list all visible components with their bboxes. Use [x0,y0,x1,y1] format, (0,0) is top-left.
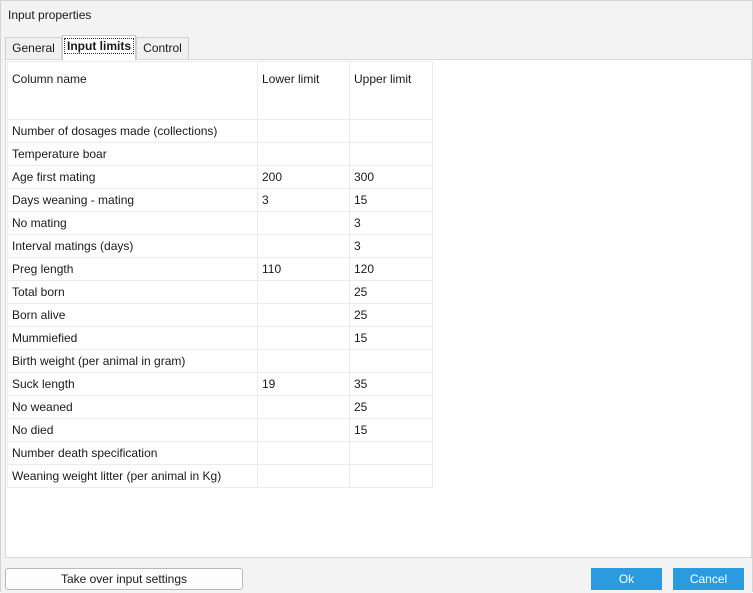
table-row: Birth weight (per animal in gram) [7,349,433,373]
lower-limit-cell[interactable] [257,142,350,166]
upper-limit-cell[interactable]: 3 [349,211,433,235]
input-limits-table: Column name Lower limit Upper limit Numb… [7,61,433,488]
table-row: Total born 25 [7,280,433,304]
upper-limit-cell[interactable] [349,119,433,143]
lower-limit-cell[interactable] [257,418,350,442]
row-name-cell: Number of dosages made (collections) [7,119,258,143]
table-row: Interval matings (days) 3 [7,234,433,258]
upper-limit-cell[interactable] [349,441,433,465]
table-row: No weaned 25 [7,395,433,419]
table-body: Number of dosages made (collections) Temp… [7,119,433,488]
upper-limit-cell[interactable]: 35 [349,372,433,396]
cancel-button[interactable]: Cancel [673,568,744,590]
lower-limit-cell[interactable]: 200 [257,165,350,189]
window-title: Input properties [8,8,92,22]
tab-general[interactable]: General [5,37,62,59]
upper-limit-cell[interactable]: 15 [349,326,433,350]
table-row: Weaning weight litter (per animal in Kg) [7,464,433,488]
input-properties-dialog: Input properties General Input limits Co… [0,0,753,593]
row-name-cell: No died [7,418,258,442]
upper-limit-cell[interactable]: 15 [349,188,433,212]
lower-limit-cell[interactable] [257,349,350,373]
table-row: Temperature boar [7,142,433,166]
column-name-header[interactable]: Column name [7,61,258,120]
upper-limit-cell[interactable]: 120 [349,257,433,281]
upper-limit-cell[interactable]: 25 [349,280,433,304]
row-name-cell: Number death specification [7,441,258,465]
table-row: Mummiefied 15 [7,326,433,350]
lower-limit-cell[interactable] [257,395,350,419]
row-name-cell: Mummiefied [7,326,258,350]
table-row: Suck length 19 35 [7,372,433,396]
upper-limit-cell[interactable]: 15 [349,418,433,442]
row-name-cell: Weaning weight litter (per animal in Kg) [7,464,258,488]
upper-limit-header[interactable]: Upper limit [349,61,433,120]
tab-control[interactable]: Control [136,37,189,59]
row-name-cell: No mating [7,211,258,235]
upper-limit-cell[interactable] [349,142,433,166]
row-name-cell: Preg length [7,257,258,281]
title-bar: Input properties [1,1,752,29]
table-row: Born alive 25 [7,303,433,327]
upper-limit-cell[interactable]: 25 [349,395,433,419]
lower-limit-cell[interactable]: 3 [257,188,350,212]
upper-limit-cell[interactable] [349,349,433,373]
upper-limit-cell[interactable]: 3 [349,234,433,258]
upper-limit-cell[interactable]: 300 [349,165,433,189]
button-bar: Take over input settings Ok Cancel [1,558,752,593]
table-row: Number death specification [7,441,433,465]
lower-limit-cell[interactable]: 110 [257,257,350,281]
tab-control-label: Control [143,41,182,55]
upper-limit-cell[interactable]: 25 [349,303,433,327]
row-name-cell: Total born [7,280,258,304]
table-row: Days weaning - mating 3 15 [7,188,433,212]
lower-limit-cell[interactable] [257,211,350,235]
table-header-row: Column name Lower limit Upper limit [7,61,433,120]
table-row: No mating 3 [7,211,433,235]
row-name-cell: Days weaning - mating [7,188,258,212]
row-name-cell: Birth weight (per animal in gram) [7,349,258,373]
lower-limit-cell[interactable] [257,464,350,488]
lower-limit-cell[interactable] [257,326,350,350]
row-name-cell: Interval matings (days) [7,234,258,258]
tab-general-label: General [12,41,55,55]
row-name-cell: Age first mating [7,165,258,189]
table-row: Number of dosages made (collections) [7,119,433,143]
lower-limit-cell[interactable] [257,234,350,258]
table-row: Preg length 110 120 [7,257,433,281]
tab-input-limits[interactable]: Input limits [62,35,136,60]
tab-input-limits-label: Input limits [64,38,134,54]
lower-limit-cell[interactable] [257,303,350,327]
lower-limit-cell[interactable] [257,441,350,465]
row-name-cell: Born alive [7,303,258,327]
table-row: Age first mating 200 300 [7,165,433,189]
row-name-cell: Suck length [7,372,258,396]
ok-button[interactable]: Ok [591,568,662,590]
lower-limit-cell[interactable] [257,119,350,143]
input-limits-panel: Column name Lower limit Upper limit Numb… [5,59,752,558]
lower-limit-header[interactable]: Lower limit [257,61,350,120]
row-name-cell: Temperature boar [7,142,258,166]
row-name-cell: No weaned [7,395,258,419]
lower-limit-cell[interactable]: 19 [257,372,350,396]
table-row: No died 15 [7,418,433,442]
upper-limit-cell[interactable] [349,464,433,488]
lower-limit-cell[interactable] [257,280,350,304]
take-over-input-settings-button[interactable]: Take over input settings [5,568,243,590]
